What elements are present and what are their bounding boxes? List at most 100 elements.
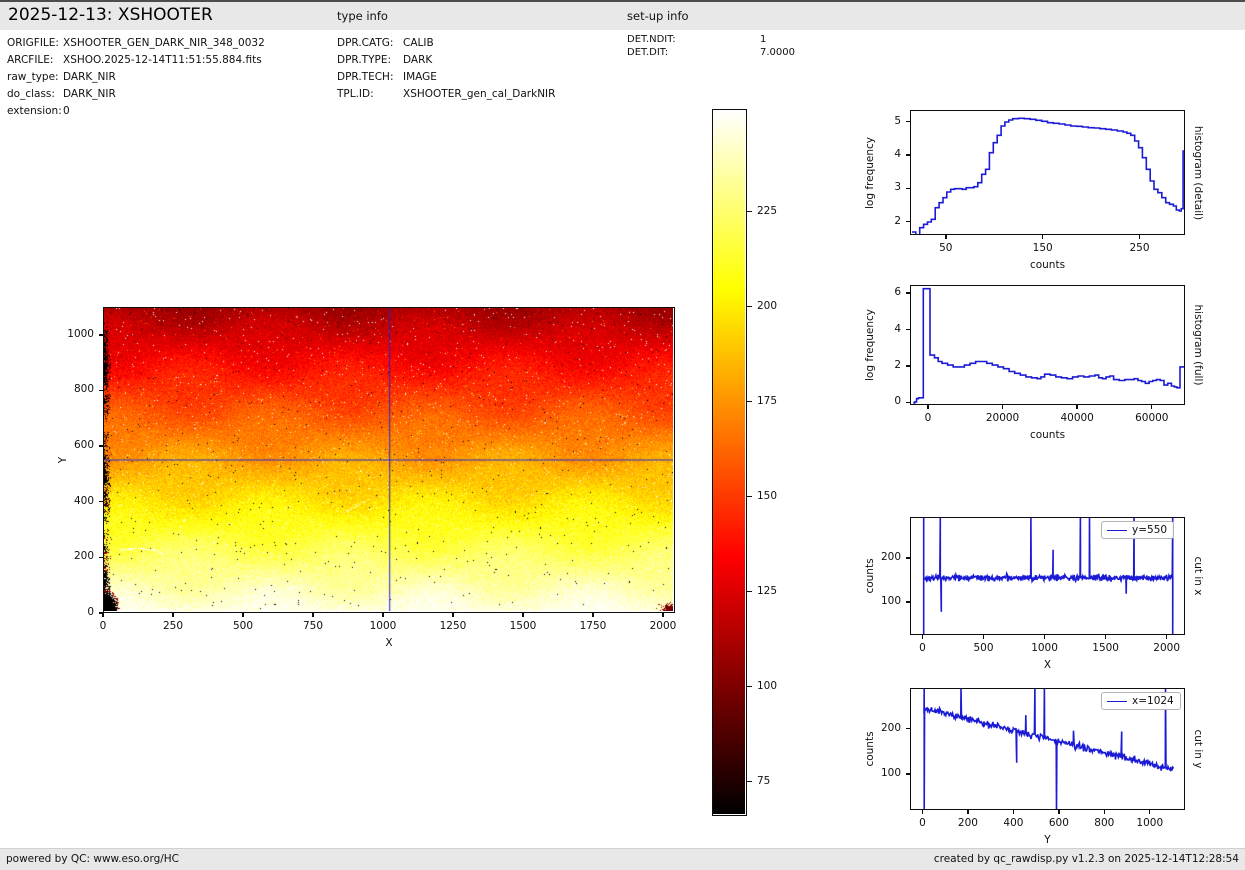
- cut-in-y-xtick: [1058, 810, 1060, 814]
- colorbar-tick-label: 175: [757, 394, 778, 407]
- cut-in-y-ytick: [905, 727, 910, 730]
- page-title: 2025-12-13: XSHOOTER: [8, 5, 213, 25]
- cut-in-x-xtick-label: 1500: [1092, 642, 1119, 654]
- cut-in-x-xtick-label: 0: [919, 642, 926, 654]
- colorbar-tick: [747, 210, 752, 213]
- histogram-full-ytick-label: 0: [894, 395, 901, 408]
- histogram-detail-ylabel: log frequency: [864, 136, 876, 209]
- main-image-xtick-label: 750: [302, 620, 324, 632]
- main-image-xtick-label: 1500: [509, 620, 537, 632]
- cut-in-y-xtick: [1103, 810, 1105, 814]
- histogram-detail-xtick: [1041, 235, 1044, 239]
- main-image-ytick-label: 400: [73, 494, 94, 507]
- colorbar-tick-label: 100: [757, 679, 778, 692]
- cut-in-x-xtick: [1104, 635, 1107, 639]
- histogram-detail-ytick-label: 3: [894, 181, 901, 194]
- meta-row: ORIGFILE: XSHOOTER_GEN_DARK_NIR_348_0032: [7, 35, 265, 52]
- main-image-ytick: [98, 389, 103, 392]
- meta-row: DET.NDIT: 1: [627, 33, 795, 46]
- main-image-xtick: [592, 613, 594, 617]
- main-image-xtick: [242, 613, 244, 617]
- histogram-detail-xlabel: counts: [1029, 259, 1066, 271]
- meta-label: TPL.ID:: [337, 88, 374, 100]
- histogram-detail-ytick: [905, 154, 910, 156]
- meta-label: ARCFILE:: [7, 54, 54, 66]
- histogram-detail-right-label: histogram (detail): [1192, 125, 1204, 220]
- meta-value: XSHOOTER_gen_cal_DarkNIR: [403, 88, 556, 100]
- main-image-xtick-label: 1000: [369, 620, 397, 632]
- cut-in-x-xtick-label: 500: [973, 642, 994, 654]
- cut-in-y-xtick: [1012, 810, 1015, 814]
- histogram-full-frame: [910, 285, 1185, 405]
- histogram-detail-series: [912, 117, 1184, 234]
- cut-in-y-xtick-label: 800: [1094, 817, 1115, 829]
- footer-powered-by: powered by QC: www.eso.org/HC: [6, 853, 180, 865]
- cut-in-x-ytick-label: 100: [880, 594, 901, 607]
- histogram-full-ytick: [905, 292, 910, 294]
- cut-in-x-xtick-label: 2000: [1153, 642, 1181, 654]
- histogram-full-line: [913, 287, 1184, 404]
- cut-in-y-xtick-label: 400: [1003, 817, 1024, 829]
- meta-value: 1: [760, 34, 767, 45]
- main-image-frame: [103, 307, 675, 613]
- main-image-xtick-label: 0: [99, 620, 107, 632]
- meta-label: DET.DIT:: [627, 47, 669, 58]
- cut-in-y-ytick-label: 200: [880, 721, 901, 734]
- setup-info-heading: set-up info: [627, 9, 689, 23]
- colorbar-tick: [747, 305, 752, 308]
- colorbar-tick: [747, 400, 752, 403]
- histogram-full-xtick-label: 20000: [985, 412, 1020, 424]
- legend-line-sample: [1107, 700, 1127, 702]
- meta-value: 7.0000: [760, 47, 795, 58]
- cut-in-x-ylabel: counts: [864, 558, 876, 594]
- cut-in-y-xlabel: Y: [1044, 834, 1051, 846]
- type-info-block: DPR.CATG: CALIB DPR.TYPE: DARK DPR.TECH: IM…: [337, 35, 555, 103]
- main-image-ylabel: Y: [57, 456, 69, 464]
- main-image-xtick-label: 2000: [649, 620, 677, 632]
- histogram-detail-ytick-label: 5: [894, 114, 901, 127]
- cut-in-x-xtick: [1043, 635, 1046, 639]
- colorbar-tick: [747, 781, 752, 783]
- qc-report-page: 2025-12-13: XSHOOTER type info set-up in…: [0, 0, 1245, 870]
- meta-value: IMAGE: [403, 71, 437, 83]
- colorbar-tick: [747, 686, 752, 688]
- main-image-xtick-label: 1250: [439, 620, 467, 632]
- meta-row: TPL.ID: XSHOOTER_gen_cal_DarkNIR: [337, 86, 555, 103]
- meta-label: extension:: [7, 105, 62, 117]
- colorbar-tick-label: 200: [757, 299, 778, 312]
- main-image-ytick-label: 0: [87, 606, 94, 618]
- main-image-ytick-label: 1000: [67, 327, 94, 340]
- main-image-ytick: [98, 612, 103, 614]
- histogram-full-xtick-label: 40000: [1060, 412, 1094, 424]
- main-image-xtick: [522, 613, 524, 617]
- legend-label: y=550: [1132, 524, 1168, 536]
- meta-value: DARK: [403, 54, 433, 66]
- cut-in-y-xtick-label: 0: [919, 817, 926, 829]
- cut-in-x-xlabel: X: [1043, 659, 1052, 671]
- legend-line-sample: [1107, 529, 1127, 531]
- histogram-full-series: [913, 287, 1184, 404]
- meta-label: DPR.TECH:: [337, 71, 394, 83]
- meta-label: DPR.CATG:: [337, 37, 394, 49]
- meta-row: DPR.TECH: IMAGE: [337, 69, 555, 86]
- histogram-detail-xtick-label: 50: [939, 242, 953, 254]
- meta-label: DET.NDIT:: [627, 34, 676, 45]
- histogram-detail-ytick: [905, 187, 910, 190]
- meta-row: do_class: DARK_NIR: [7, 86, 265, 103]
- cut-in-x-ytick: [905, 601, 910, 603]
- meta-value: XSHOO.2025-12-14T11:51:55.884.fits: [63, 54, 262, 66]
- colorbar-frame: [712, 109, 747, 816]
- legend-label: x=1024: [1132, 695, 1174, 707]
- cut-in-y-xtick-label: 1000: [1136, 817, 1164, 829]
- meta-row: DET.DIT: 7.0000: [627, 46, 795, 59]
- histogram-full-xtick-label: 60000: [1135, 412, 1169, 424]
- main-image-xlabel: X: [385, 637, 393, 649]
- cut-in-x-ytick-label: 200: [880, 550, 901, 563]
- cut-in-x-xtick: [982, 635, 985, 639]
- histogram-full-ylabel: log frequency: [864, 308, 876, 382]
- dark-frame-heatmap: [104, 308, 673, 611]
- main-image-xtick-label: 250: [162, 620, 184, 632]
- meta-row: ARCFILE: XSHOO.2025-12-14T11:51:55.884.fi…: [7, 52, 265, 69]
- cut-in-x-ytick: [905, 557, 910, 559]
- histogram-full-right-label: histogram (full): [1192, 304, 1204, 386]
